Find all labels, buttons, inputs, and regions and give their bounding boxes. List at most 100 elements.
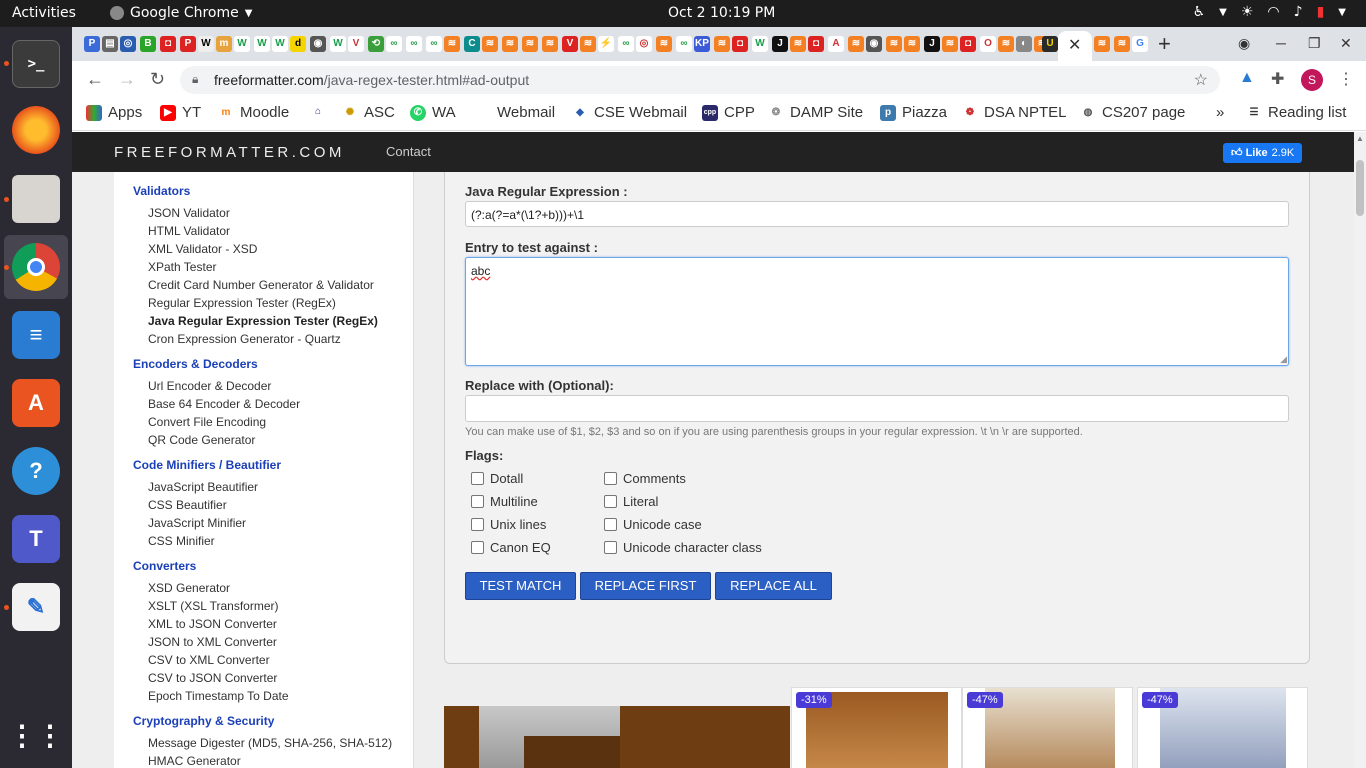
tab-favicon[interactable]: KP bbox=[694, 36, 710, 52]
tab-favicon[interactable]: ≋ bbox=[1114, 36, 1130, 52]
tab-favicon[interactable]: ◉ bbox=[310, 36, 326, 52]
tab-search-icon[interactable]: ◉ bbox=[1238, 35, 1250, 52]
sidebar-item[interactable]: Message Digester (MD5, SHA-256, SHA-512) bbox=[148, 736, 392, 750]
menu-kebab-icon[interactable]: ⋮ bbox=[1338, 69, 1354, 89]
minimize-icon[interactable]: ─ bbox=[1276, 35, 1286, 51]
bookmark-asc[interactable]: ✺ ASC bbox=[342, 104, 395, 121]
sidebar-item[interactable]: XPath Tester bbox=[148, 260, 216, 274]
replace-first-button[interactable]: REPLACE FIRST bbox=[580, 572, 711, 600]
sidebar-item[interactable]: XSLT (XSL Transformer) bbox=[148, 599, 278, 613]
bookmark-webmail[interactable]: Webmail bbox=[497, 104, 555, 121]
tab-favicon[interactable]: ≋ bbox=[580, 36, 596, 52]
teams-icon[interactable]: T bbox=[12, 515, 60, 563]
entry-textarea[interactable]: abc ◢ bbox=[465, 257, 1289, 366]
close-tab-icon[interactable]: ✕ bbox=[1068, 35, 1081, 55]
sidebar-item[interactable]: XML Validator - XSD bbox=[148, 242, 257, 256]
tab-favicon[interactable]: ≋ bbox=[502, 36, 518, 52]
sidebar-item[interactable]: CSV to XML Converter bbox=[148, 653, 270, 667]
tab-favicon[interactable]: ◘ bbox=[160, 36, 176, 52]
show-apps-icon[interactable]: ⋮⋮ bbox=[8, 711, 64, 759]
tab-favicon[interactable]: J bbox=[772, 36, 788, 52]
resize-handle-icon[interactable]: ◢ bbox=[1280, 354, 1287, 365]
extensions-puzzle-icon[interactable]: ✚ bbox=[1271, 69, 1284, 89]
contact-link[interactable]: Contact bbox=[386, 144, 431, 159]
checkbox[interactable] bbox=[604, 472, 617, 485]
replace-all-button[interactable]: REPLACE ALL bbox=[715, 572, 832, 600]
tab-favicon[interactable]: B bbox=[140, 36, 156, 52]
reading-list-button[interactable]: ☰ Reading list bbox=[1246, 104, 1346, 121]
firefox-icon[interactable] bbox=[12, 106, 60, 154]
sidebar-item[interactable]: Regular Expression Tester (RegEx) bbox=[148, 296, 336, 310]
tab-favicon[interactable]: W bbox=[272, 36, 288, 52]
bookmark-damp[interactable]: ❂ DAMP Site bbox=[768, 104, 863, 121]
flag-unicode-class[interactable]: Unicode character class bbox=[604, 540, 762, 555]
tab-favicon[interactable]: ∞ bbox=[618, 36, 634, 52]
help-icon[interactable]: ? bbox=[12, 447, 60, 495]
regex-input[interactable]: (?:a(?=a*(\1?+b)))+\1 bbox=[465, 201, 1289, 227]
flag-literal[interactable]: Literal bbox=[604, 494, 658, 509]
sidebar-item[interactable]: JSON Validator bbox=[148, 206, 230, 220]
site-logo[interactable]: FREEFORMATTER.COM bbox=[114, 144, 345, 161]
sidebar-item[interactable]: CSS Minifier bbox=[148, 534, 215, 548]
checkbox[interactable] bbox=[471, 495, 484, 508]
tab-favicon[interactable]: ≋ bbox=[904, 36, 920, 52]
lock-icon[interactable]: 🔒︎ bbox=[192, 72, 198, 87]
ad-product-card[interactable]: -47% bbox=[1137, 687, 1308, 768]
tab-favicon[interactable]: ≋ bbox=[1094, 36, 1110, 52]
scrollbar-thumb[interactable] bbox=[1356, 160, 1364, 216]
tab-favicon[interactable]: V bbox=[348, 36, 364, 52]
checkbox[interactable] bbox=[471, 541, 484, 554]
forward-icon[interactable]: → bbox=[118, 69, 136, 90]
sidebar-item[interactable]: XML to JSON Converter bbox=[148, 617, 277, 631]
tab-favicon[interactable]: ◘ bbox=[808, 36, 824, 52]
ad-banner-image[interactable] bbox=[444, 706, 790, 768]
checkbox[interactable] bbox=[604, 541, 617, 554]
tab-favicon[interactable]: P bbox=[84, 36, 100, 52]
tab-favicon[interactable]: ≋ bbox=[714, 36, 730, 52]
sidebar-item[interactable]: Url Encoder & Decoder bbox=[148, 379, 271, 393]
tab-favicon[interactable]: ◘ bbox=[732, 36, 748, 52]
tab-favicon[interactable]: C bbox=[464, 36, 480, 52]
bookmark-apps[interactable]: Apps bbox=[86, 104, 142, 121]
tab-favicon[interactable]: ≋ bbox=[444, 36, 460, 52]
address-bar[interactable]: 🔒︎ freeformatter.com/java-regex-tester.h… bbox=[180, 66, 1220, 94]
maximize-icon[interactable]: ❐ bbox=[1308, 35, 1321, 52]
ad-product-card[interactable]: -31% bbox=[791, 687, 962, 768]
profile-avatar[interactable]: S bbox=[1301, 69, 1323, 91]
sidebar-item-current[interactable]: Java Regular Expression Tester (RegEx) bbox=[148, 314, 378, 328]
sidebar-item[interactable]: Base 64 Encoder & Decoder bbox=[148, 397, 300, 411]
page-scrollbar[interactable]: ▲ bbox=[1354, 132, 1366, 768]
tab-favicon[interactable]: W bbox=[198, 36, 214, 52]
bookmark-wa[interactable]: ✆ WA bbox=[410, 104, 456, 121]
tab-favicon[interactable]: ∞ bbox=[386, 36, 402, 52]
tab-favicon[interactable]: ≋ bbox=[522, 36, 538, 52]
tab-favicon[interactable]: ≋ bbox=[848, 36, 864, 52]
flag-unicode-case[interactable]: Unicode case bbox=[604, 517, 702, 532]
tab-favicon[interactable]: ∞ bbox=[676, 36, 692, 52]
tab-favicon[interactable]: P bbox=[180, 36, 196, 52]
tab-favicon[interactable]: ⟲ bbox=[368, 36, 384, 52]
close-window-icon[interactable]: ✕ bbox=[1340, 35, 1352, 52]
sidebar-item[interactable]: Convert File Encoding bbox=[148, 415, 266, 429]
sidebar-heading-minifiers[interactable]: Code Minifiers / Beautifier bbox=[133, 458, 281, 472]
checkbox[interactable] bbox=[471, 472, 484, 485]
tab-favicon[interactable]: ◎ bbox=[636, 36, 652, 52]
activities-button[interactable]: Activities bbox=[12, 5, 76, 21]
tab-favicon[interactable]: V bbox=[562, 36, 578, 52]
tab-favicon[interactable]: d bbox=[290, 36, 306, 52]
software-center-icon[interactable]: A bbox=[12, 379, 60, 427]
bookmark-moodle[interactable]: m Moodle bbox=[218, 104, 289, 121]
sidebar-item[interactable]: JavaScript Beautifier bbox=[148, 480, 258, 494]
tab-favicon[interactable]: O bbox=[980, 36, 996, 52]
tab-favicon[interactable]: A bbox=[828, 36, 844, 52]
sidebar-item[interactable]: XSD Generator bbox=[148, 581, 230, 595]
sidebar-item[interactable]: CSS Beautifier bbox=[148, 498, 227, 512]
sidebar-item[interactable]: JavaScript Minifier bbox=[148, 516, 246, 530]
bookmark-cse-webmail[interactable]: ◆ CSE Webmail bbox=[572, 104, 687, 121]
sidebar-item[interactable]: Credit Card Number Generator & Validator bbox=[148, 278, 374, 292]
tab-favicon[interactable]: ≋ bbox=[790, 36, 806, 52]
bookmark-cs207[interactable]: ◍ CS207 page bbox=[1080, 104, 1185, 121]
bookmarks-overflow-button[interactable]: » bbox=[1216, 104, 1224, 121]
extension-icon[interactable]: ▲ bbox=[1239, 69, 1255, 87]
tab-favicon[interactable]: W bbox=[752, 36, 768, 52]
